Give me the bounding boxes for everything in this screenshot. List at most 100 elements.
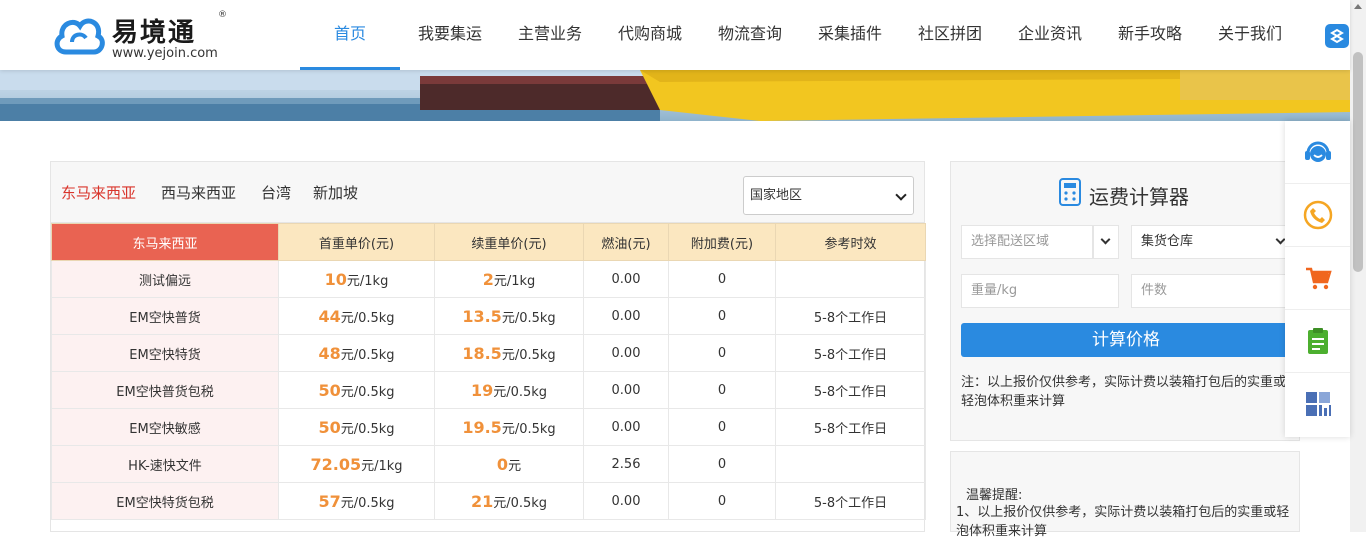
page-scrollbar[interactable]: [1350, 0, 1366, 532]
count-input[interactable]: 件数: [1131, 274, 1291, 308]
tips-box: 温馨提醒: 1、以上报价仅供参考，实际计费以装箱打包后的实重或轻泡体积重来计算: [950, 451, 1300, 539]
table-row: EM空快特货 48元/0.5kg 18.5元/0.5kg 0.00 0 5-8个…: [51, 334, 926, 372]
nav-guide[interactable]: 新手攻略: [1100, 0, 1200, 70]
extra-fee: 0: [668, 334, 776, 372]
freight-calculator: 运费计算器 选择配送区域 集货仓库 重量/kg 件数 计算价格 注：以上报价仅供…: [950, 161, 1300, 441]
price-unit: 元/0.5kg: [493, 384, 548, 400]
banner-image: [0, 70, 1350, 121]
calculator-icon: [1059, 178, 1081, 206]
price-panel: 东马来西亚 西马来西亚 台湾 新加坡 国家地区 东马来西亚 首重单价(元) 续重…: [50, 161, 926, 532]
route-name: EM空快普货: [51, 297, 279, 335]
phone-button[interactable]: [1285, 184, 1350, 247]
tips-title: 温馨提醒:: [966, 488, 1023, 503]
extra-fee: 0: [668, 371, 776, 409]
scroll-up-icon[interactable]: [1354, 4, 1362, 9]
tab-west-malaysia[interactable]: 西马来西亚: [161, 182, 236, 203]
price-unit: 元/0.5kg: [340, 310, 395, 326]
count-placeholder: 件数: [1141, 283, 1168, 298]
clipboard-button[interactable]: [1285, 310, 1350, 373]
price-value: 72.05: [310, 454, 362, 474]
extension-icon[interactable]: [1325, 24, 1349, 48]
additional-weight-price: 0元: [434, 445, 584, 483]
customer-service-button[interactable]: [1285, 121, 1350, 184]
additional-weight-price: 2元/1kg: [434, 260, 584, 298]
customer-service-icon: [1305, 141, 1331, 162]
fuel-fee: 0.00: [583, 260, 669, 298]
delivery-time: [775, 445, 926, 483]
first-weight-price: 48元/0.5kg: [278, 334, 435, 372]
region-dropdown-button[interactable]: [1093, 225, 1119, 259]
fuel-fee: 0.00: [583, 371, 669, 409]
cart-button[interactable]: [1285, 247, 1350, 310]
tips-text: 1、以上报价仅供参考，实际计费以装箱打包后的实重或轻泡体积重来计算: [956, 505, 1290, 539]
nav-shopping-mall[interactable]: 代购商城: [600, 0, 700, 70]
warehouse-select[interactable]: 集货仓库: [1131, 225, 1291, 259]
column-header: 燃油(元): [583, 223, 669, 261]
nav-tracking[interactable]: 物流查询: [700, 0, 800, 70]
logo-registered-mark: ®: [218, 10, 227, 20]
scrollbar-thumb[interactable]: [1353, 52, 1363, 272]
site-logo[interactable]: 易境通 ® www.yejoin.com: [52, 10, 252, 62]
nav-community[interactable]: 社区拼团: [900, 0, 1000, 70]
nav-home[interactable]: 首页: [300, 0, 400, 70]
price-unit: 元/0.5kg: [501, 347, 556, 363]
nav-business[interactable]: 主营业务: [500, 0, 600, 70]
warehouse-value: 集货仓库: [1141, 234, 1194, 249]
extra-fee: 0: [668, 445, 776, 483]
country-tabs: 东马来西亚 西马来西亚 台湾 新加坡 国家地区: [51, 162, 924, 223]
table-row: HK-速快文件 72.05元/1kg 0元 2.56 0: [51, 445, 926, 483]
first-weight-price: 72.05元/1kg: [278, 445, 435, 483]
price-value: 18.5: [462, 343, 502, 363]
additional-weight-price: 19元/0.5kg: [434, 371, 584, 409]
chevron-down-icon: [1275, 234, 1286, 245]
phone-icon: [1303, 200, 1333, 230]
calculate-price-button[interactable]: 计算价格: [961, 323, 1291, 357]
route-name: EM空快特货包税: [51, 482, 279, 520]
price-value: 57: [318, 491, 341, 511]
region-select[interactable]: 选择配送区域: [961, 225, 1093, 259]
nav-plugin[interactable]: 采集插件: [800, 0, 900, 70]
nav-news[interactable]: 企业资讯: [1000, 0, 1100, 70]
delivery-time: 5-8个工作日: [775, 482, 926, 520]
fuel-fee: 0.00: [583, 408, 669, 446]
tab-singapore[interactable]: 新加坡: [313, 182, 358, 203]
price-unit: 元: [508, 458, 522, 474]
chevron-down-icon: [895, 189, 907, 201]
qrcode-button[interactable]: [1285, 373, 1350, 436]
price-unit: 元/1kg: [361, 458, 403, 474]
route-name: EM空快特货: [51, 334, 279, 372]
delivery-time: 5-8个工作日: [775, 297, 926, 335]
tab-taiwan[interactable]: 台湾: [261, 182, 291, 203]
delivery-time: 5-8个工作日: [775, 371, 926, 409]
logo-brand: 易境通: [112, 18, 197, 48]
price-unit: 元/0.5kg: [493, 495, 548, 511]
column-header: 附加费(元): [668, 223, 776, 261]
fuel-fee: 0.00: [583, 482, 669, 520]
additional-weight-price: 18.5元/0.5kg: [434, 334, 584, 372]
price-unit: 元/0.5kg: [501, 421, 556, 437]
nav-about[interactable]: 关于我们: [1200, 0, 1300, 70]
table-row: EM空快特货包税 57元/0.5kg 21元/0.5kg 0.00 0 5-8个…: [51, 482, 926, 520]
extra-fee: 0: [668, 408, 776, 446]
price-value: 19: [470, 380, 494, 400]
route-name: 测试偏远: [51, 260, 279, 298]
route-name: EM空快普货包税: [51, 371, 279, 409]
price-unit: 元/1kg: [493, 273, 536, 289]
country-select[interactable]: 国家地区: [743, 176, 914, 215]
first-weight-price: 44元/0.5kg: [278, 297, 435, 335]
calculator-note: 注：以上报价仅供参考，实际计费以装箱打包后的实重或轻泡体积重来计算: [961, 375, 1287, 409]
price-value: 48: [318, 343, 341, 363]
fuel-fee: 0.00: [583, 334, 669, 372]
column-header: 东马来西亚: [51, 223, 279, 261]
cloud-logo-icon: [54, 18, 105, 55]
tab-east-malaysia[interactable]: 东马来西亚: [61, 182, 136, 203]
nav-consolidation[interactable]: 我要集运: [400, 0, 500, 70]
column-header: 续重单价(元): [434, 223, 584, 261]
price-unit: 元/0.5kg: [501, 310, 556, 326]
price-value: 50: [318, 380, 341, 400]
weight-input[interactable]: 重量/kg: [961, 274, 1119, 308]
table-header-row: 东马来西亚 首重单价(元) 续重单价(元) 燃油(元) 附加费(元) 参考时效: [51, 223, 926, 261]
price-value: 0: [496, 454, 509, 474]
delivery-time: [775, 260, 926, 298]
delivery-time: 5-8个工作日: [775, 408, 926, 446]
